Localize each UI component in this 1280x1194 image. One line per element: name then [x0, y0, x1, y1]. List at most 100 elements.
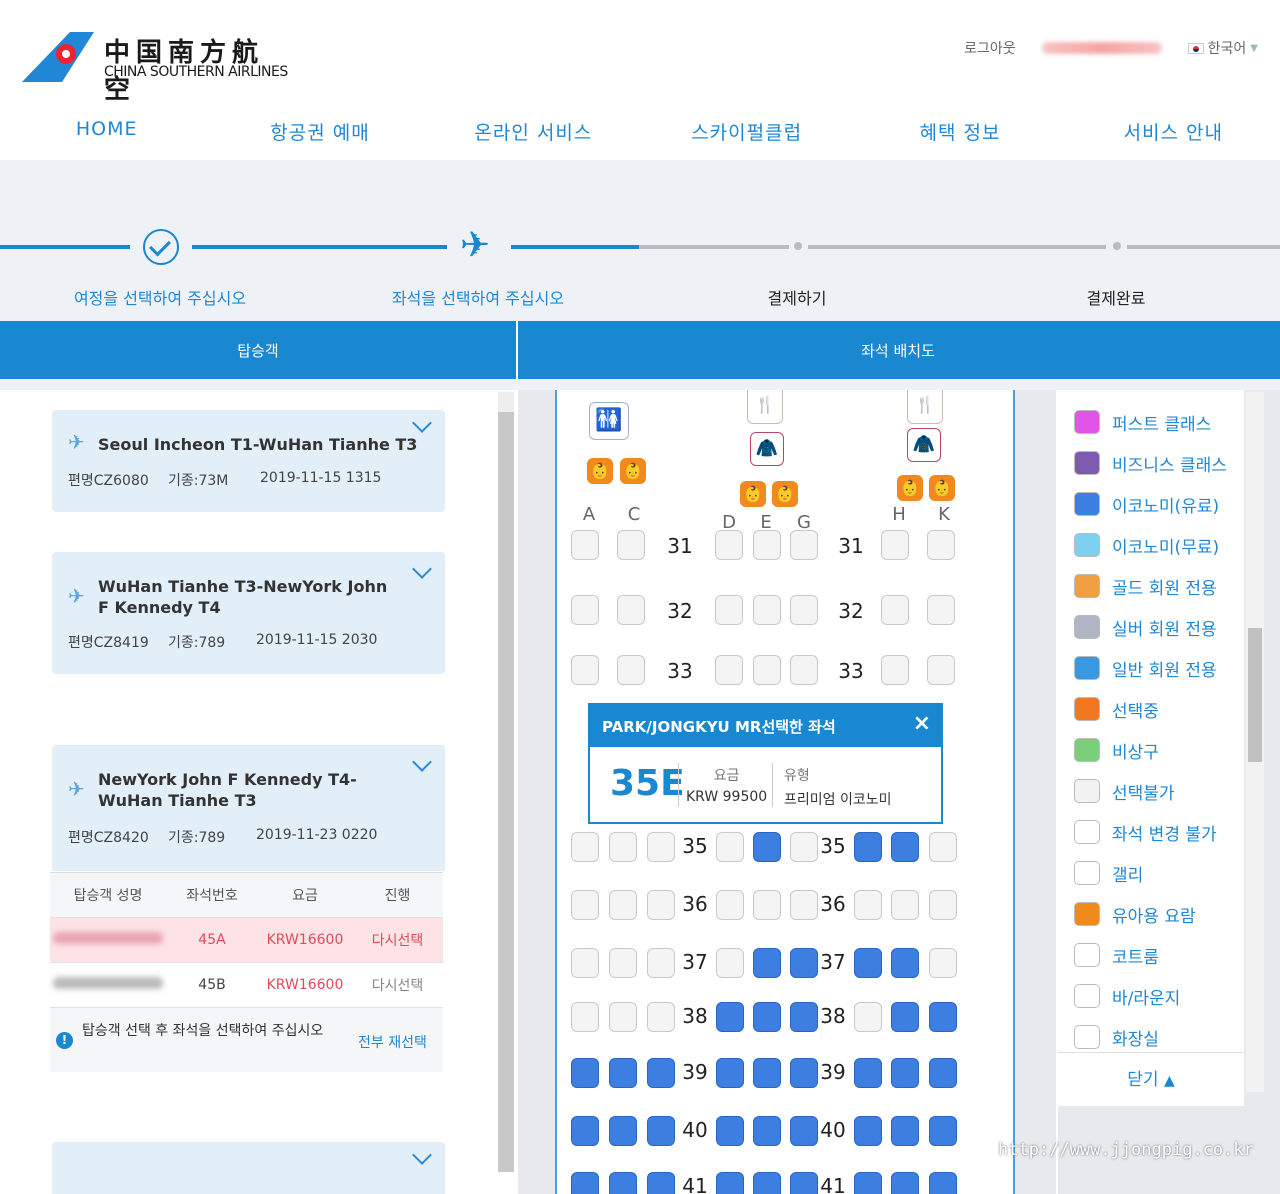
- seat[interactable]: [571, 655, 599, 685]
- seat[interactable]: [647, 1058, 675, 1088]
- flight-card-3[interactable]: ✈ NewYork John F Kennedy T4-WuHan Tianhe…: [52, 745, 445, 871]
- reselect-link[interactable]: 다시선택: [352, 930, 443, 950]
- seat[interactable]: [617, 655, 645, 685]
- seat[interactable]: [929, 1002, 957, 1032]
- seat[interactable]: [571, 948, 599, 978]
- seat[interactable]: [929, 948, 957, 978]
- flight-card-4[interactable]: [52, 1142, 445, 1194]
- flight-card-2[interactable]: ✈ WuHan Tianhe T3-NewYork John F Kennedy…: [52, 552, 445, 674]
- table-row[interactable]: 45A KRW16600 다시선택: [50, 918, 443, 963]
- seat[interactable]: [891, 1002, 919, 1032]
- seat[interactable]: [715, 655, 743, 685]
- seat[interactable]: [891, 890, 919, 920]
- seat[interactable]: [929, 1058, 957, 1088]
- seat[interactable]: [790, 1058, 818, 1088]
- seat[interactable]: [790, 655, 818, 685]
- seat[interactable]: [609, 890, 637, 920]
- seat[interactable]: [891, 1172, 919, 1194]
- language-selector[interactable]: 한국어 ▼: [1187, 38, 1258, 58]
- seat[interactable]: [854, 1058, 882, 1088]
- seat[interactable]: [647, 1002, 675, 1032]
- seat[interactable]: [609, 948, 637, 978]
- seat[interactable]: [881, 595, 909, 625]
- seat[interactable]: [927, 655, 955, 685]
- seat[interactable]: [716, 890, 744, 920]
- seat[interactable]: [927, 530, 955, 560]
- tab-passenger[interactable]: 탑승객: [0, 321, 518, 379]
- close-icon[interactable]: ×: [913, 711, 931, 736]
- seat[interactable]: [753, 1172, 781, 1194]
- seat[interactable]: [790, 890, 818, 920]
- seat[interactable]: [854, 948, 882, 978]
- nav-benefits[interactable]: 혜택 정보: [853, 118, 1066, 145]
- seat[interactable]: [881, 655, 909, 685]
- seat[interactable]: [790, 948, 818, 978]
- seat[interactable]: [927, 595, 955, 625]
- chevron-down-icon[interactable]: [412, 413, 432, 433]
- seat[interactable]: [716, 1116, 744, 1146]
- seat[interactable]: [716, 1172, 744, 1194]
- seat[interactable]: [753, 530, 781, 560]
- nav-booking[interactable]: 항공권 예매: [213, 118, 426, 145]
- seat[interactable]: [609, 1172, 637, 1194]
- seat[interactable]: [753, 1002, 781, 1032]
- flight-card-1[interactable]: ✈ Seoul Incheon T1-WuHan Tianhe T3 편명CZ6…: [52, 410, 445, 512]
- seat[interactable]: [753, 890, 781, 920]
- nav-online-service[interactable]: 온라인 서비스: [427, 118, 640, 145]
- seat[interactable]: [617, 530, 645, 560]
- seat[interactable]: [753, 948, 781, 978]
- seat[interactable]: [891, 1058, 919, 1088]
- seat[interactable]: [854, 1002, 882, 1032]
- seat[interactable]: [716, 832, 744, 862]
- seat[interactable]: [716, 948, 744, 978]
- seat[interactable]: [647, 832, 675, 862]
- nav-home[interactable]: HOME: [0, 118, 213, 145]
- seat[interactable]: [753, 832, 781, 862]
- seat[interactable]: [753, 1058, 781, 1088]
- seat[interactable]: [929, 832, 957, 862]
- seat[interactable]: [647, 1172, 675, 1194]
- seat[interactable]: [715, 530, 743, 560]
- seat[interactable]: [929, 1172, 957, 1194]
- seat[interactable]: [571, 1002, 599, 1032]
- chevron-down-icon[interactable]: [412, 559, 432, 579]
- seat[interactable]: [716, 1002, 744, 1032]
- reselect-all-link[interactable]: 전부 재선택: [358, 1032, 427, 1052]
- tab-seatmap[interactable]: 좌석 배치도: [518, 321, 1278, 379]
- chevron-down-icon[interactable]: [412, 1145, 432, 1165]
- seat[interactable]: [790, 832, 818, 862]
- seat[interactable]: [571, 890, 599, 920]
- seat[interactable]: [617, 595, 645, 625]
- nav-service-info[interactable]: 서비스 안내: [1067, 118, 1280, 145]
- seat[interactable]: [854, 890, 882, 920]
- seat[interactable]: [854, 1172, 882, 1194]
- seat[interactable]: [891, 832, 919, 862]
- seat[interactable]: [571, 530, 599, 560]
- reselect-link[interactable]: 다시선택: [352, 975, 443, 995]
- seat[interactable]: [609, 1002, 637, 1032]
- seat[interactable]: [609, 832, 637, 862]
- seat[interactable]: [790, 1116, 818, 1146]
- chevron-down-icon[interactable]: [412, 752, 432, 772]
- seat[interactable]: [716, 1058, 744, 1088]
- table-row[interactable]: 45B KRW16600 다시선택: [50, 963, 443, 1008]
- seat[interactable]: [790, 530, 818, 560]
- seat[interactable]: [881, 530, 909, 560]
- seat[interactable]: [854, 1116, 882, 1146]
- right-scrollbar-thumb[interactable]: [1248, 628, 1262, 762]
- seat[interactable]: [571, 1058, 599, 1088]
- seat[interactable]: [854, 832, 882, 862]
- seat[interactable]: [790, 1002, 818, 1032]
- seat[interactable]: [753, 1116, 781, 1146]
- seat[interactable]: [753, 655, 781, 685]
- seat[interactable]: [571, 832, 599, 862]
- seat[interactable]: [891, 948, 919, 978]
- seat[interactable]: [929, 1116, 957, 1146]
- seat[interactable]: [647, 948, 675, 978]
- nav-skypearl[interactable]: 스카이펄클럽: [640, 118, 853, 145]
- seat[interactable]: [790, 1172, 818, 1194]
- seat[interactable]: [571, 1172, 599, 1194]
- china-southern-logo[interactable]: 中国南方航空 CHINA SOUTHERN AIRLINES: [22, 30, 292, 105]
- seat[interactable]: [790, 595, 818, 625]
- legend-close-button[interactable]: 닫기 ▲: [1058, 1052, 1244, 1106]
